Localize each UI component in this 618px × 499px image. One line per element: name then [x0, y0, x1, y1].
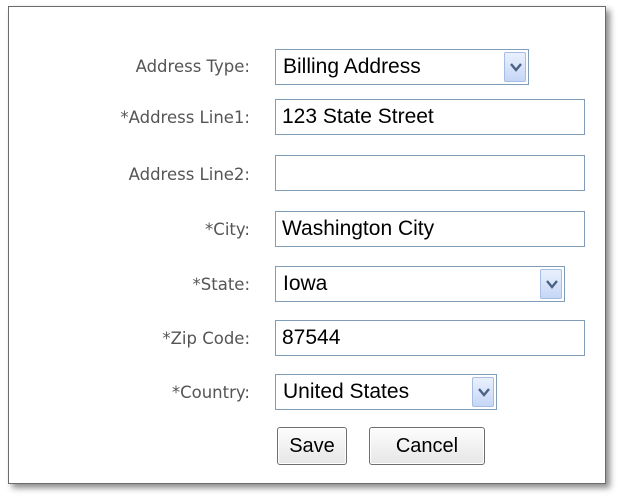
save-button[interactable]: Save [277, 427, 347, 465]
chevron-down-icon[interactable] [540, 269, 562, 299]
cancel-button[interactable]: Cancel [369, 427, 485, 465]
address-line2-label: Address Line2: [128, 165, 250, 184]
address-type-value: Billing Address [283, 55, 421, 78]
city-input[interactable]: Washington City [275, 211, 585, 247]
country-value: United States [283, 380, 410, 403]
address-line2-input[interactable] [275, 155, 585, 191]
zip-code-input[interactable]: 87544 [275, 320, 585, 356]
address-type-label: Address Type: [135, 57, 250, 76]
state-select[interactable]: Iowa [275, 266, 565, 302]
country-select[interactable]: United States [275, 374, 497, 410]
city-label: *City: [205, 220, 250, 239]
address-line1-input[interactable]: 123 State Street [275, 99, 585, 135]
zip-code-label: *Zip Code: [162, 329, 250, 348]
chevron-down-icon[interactable] [504, 52, 526, 82]
country-label: *Country: [171, 383, 250, 402]
chevron-down-icon[interactable] [472, 377, 494, 407]
address-line1-label: *Address Line1: [120, 108, 250, 127]
state-label: *State: [192, 275, 250, 294]
state-value: Iowa [283, 272, 328, 295]
address-form: Address Type: Billing Address *Address L… [8, 6, 606, 484]
address-type-select[interactable]: Billing Address [275, 49, 529, 85]
